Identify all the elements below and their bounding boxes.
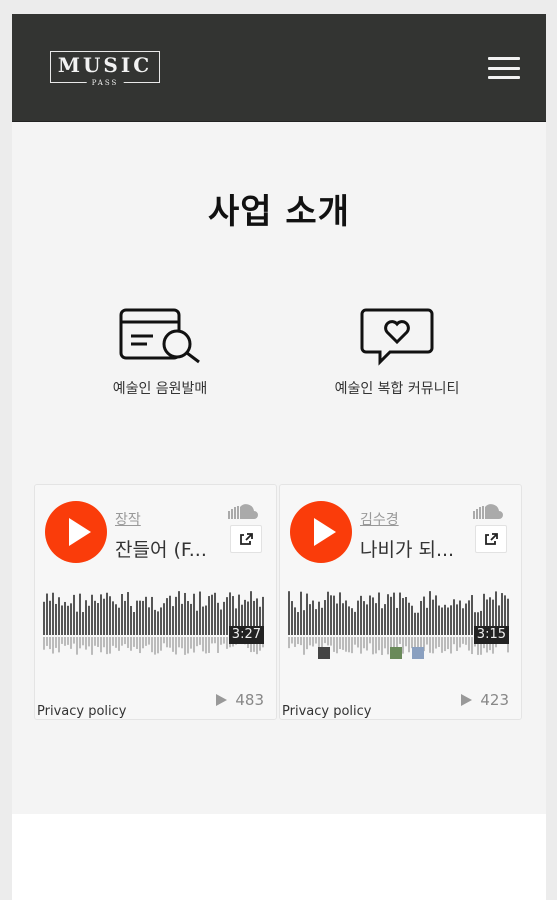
soundcloud-player: 김수경 나비가 되... 3:15 Privacy policy 423	[279, 484, 522, 720]
comment-avatar[interactable]	[412, 647, 424, 659]
logo-main-text: MUSIC	[57, 53, 153, 77]
hamburger-menu-icon[interactable]	[488, 57, 520, 79]
play-count-value: 423	[480, 691, 509, 709]
artist-link[interactable]: 김수경	[360, 509, 399, 529]
site-header: MUSIC PASS	[12, 14, 546, 122]
play-count-icon	[216, 694, 228, 706]
track-duration: 3:27	[228, 626, 264, 644]
feature-label: 예술인 음원발매	[112, 381, 208, 397]
feature-community[interactable]: 예술인 복합 커뮤니티	[277, 304, 517, 398]
logo-sub-text: PASS	[86, 79, 124, 88]
play-button[interactable]	[290, 501, 352, 563]
heart-chat-icon	[360, 308, 434, 366]
track-title[interactable]: 잔들어 (F...	[115, 535, 207, 562]
footer-section	[12, 814, 546, 900]
play-button[interactable]	[45, 501, 107, 563]
share-icon	[485, 533, 498, 545]
feature-label: 예술인 복합 커뮤니티	[334, 381, 460, 397]
page-title: 사업 소개	[208, 192, 350, 232]
artist-link[interactable]: 장작	[115, 509, 141, 529]
share-button[interactable]	[475, 525, 507, 553]
play-count: 483	[216, 691, 264, 709]
track-title[interactable]: 나비가 되...	[360, 535, 454, 562]
feature-music-release[interactable]: 예술인 음원발매	[40, 304, 280, 398]
card-search-icon	[119, 308, 200, 364]
waveform[interactable]	[43, 577, 265, 665]
music-pass-logo[interactable]: MUSIC PASS	[50, 51, 160, 88]
privacy-policy-link[interactable]: Privacy policy	[37, 704, 126, 719]
share-button[interactable]	[230, 525, 262, 553]
soundcloud-logo-icon[interactable]	[473, 503, 507, 519]
play-count: 423	[461, 691, 509, 709]
play-count-value: 483	[235, 691, 264, 709]
share-icon	[240, 533, 253, 545]
soundcloud-logo-icon[interactable]	[228, 503, 262, 519]
play-count-icon	[461, 694, 473, 706]
privacy-policy-link[interactable]: Privacy policy	[282, 704, 371, 719]
comment-avatar[interactable]	[318, 647, 330, 659]
track-duration: 3:15	[473, 626, 509, 644]
page-frame: MUSIC PASS 사업 소개 예술인 음원발매 예술인 복합 커뮤니티 장작…	[12, 14, 546, 900]
comment-avatar[interactable]	[390, 647, 402, 659]
soundcloud-player: 장작 잔들어 (F... 3:27 Privacy policy 483	[34, 484, 277, 720]
